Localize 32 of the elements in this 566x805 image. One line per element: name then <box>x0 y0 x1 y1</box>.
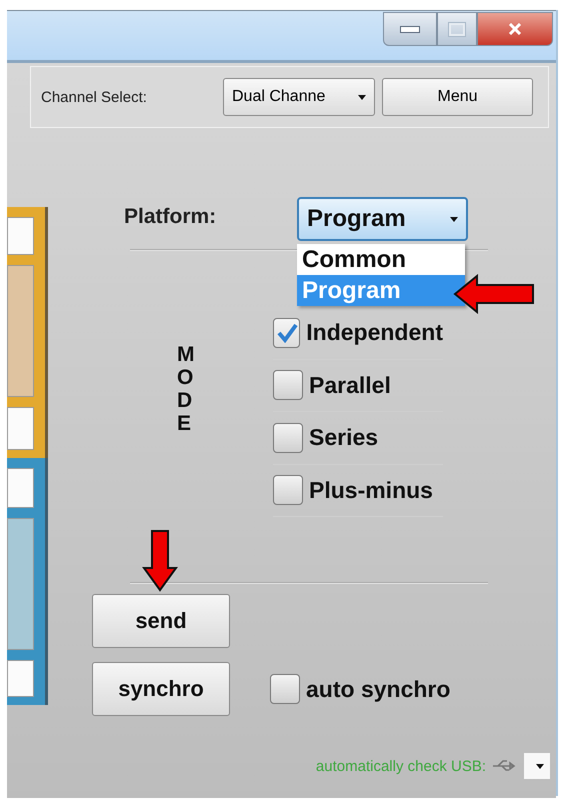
checkbox[interactable] <box>273 422 303 453</box>
synchro-button[interactable]: synchro <box>92 662 230 716</box>
checkbox[interactable] <box>273 318 300 348</box>
input-field[interactable] <box>7 468 34 508</box>
menu-button[interactable]: Menu <box>382 78 533 116</box>
arrow-icon <box>453 274 535 314</box>
platform-dropdown[interactable]: Program <box>297 197 468 241</box>
usb-icon <box>492 759 518 773</box>
mode-option-label: Plus-minus <box>309 476 433 504</box>
mode-option-label: Parallel <box>309 372 391 399</box>
status-text: automatically check USB: <box>316 758 486 774</box>
platform-label: Platform: <box>124 205 218 229</box>
mode-option-label: Series <box>309 424 378 452</box>
mode-label: MODE <box>177 343 196 438</box>
maximize-button[interactable] <box>437 12 477 46</box>
checkbox[interactable] <box>270 674 300 704</box>
checkbox[interactable] <box>273 475 303 506</box>
checkbox[interactable] <box>273 370 303 400</box>
channel-select-label: Channel Select: <box>41 88 148 106</box>
close-icon <box>508 23 522 35</box>
input-field[interactable] <box>7 660 34 697</box>
channel-select-dropdown[interactable]: Dual Channe <box>223 78 375 116</box>
close-button[interactable] <box>477 12 553 46</box>
arrow-icon <box>142 530 178 592</box>
mode-option-label: Independent <box>306 319 443 346</box>
send-button[interactable]: send <box>92 594 230 648</box>
dropdown-option[interactable]: Common <box>297 244 465 275</box>
input-field[interactable] <box>7 407 34 450</box>
auto-synchro-label: auto synchro <box>306 676 450 702</box>
minimize-button[interactable] <box>383 12 437 46</box>
usb-dropdown-button[interactable] <box>524 753 550 779</box>
input-field[interactable] <box>7 217 34 255</box>
